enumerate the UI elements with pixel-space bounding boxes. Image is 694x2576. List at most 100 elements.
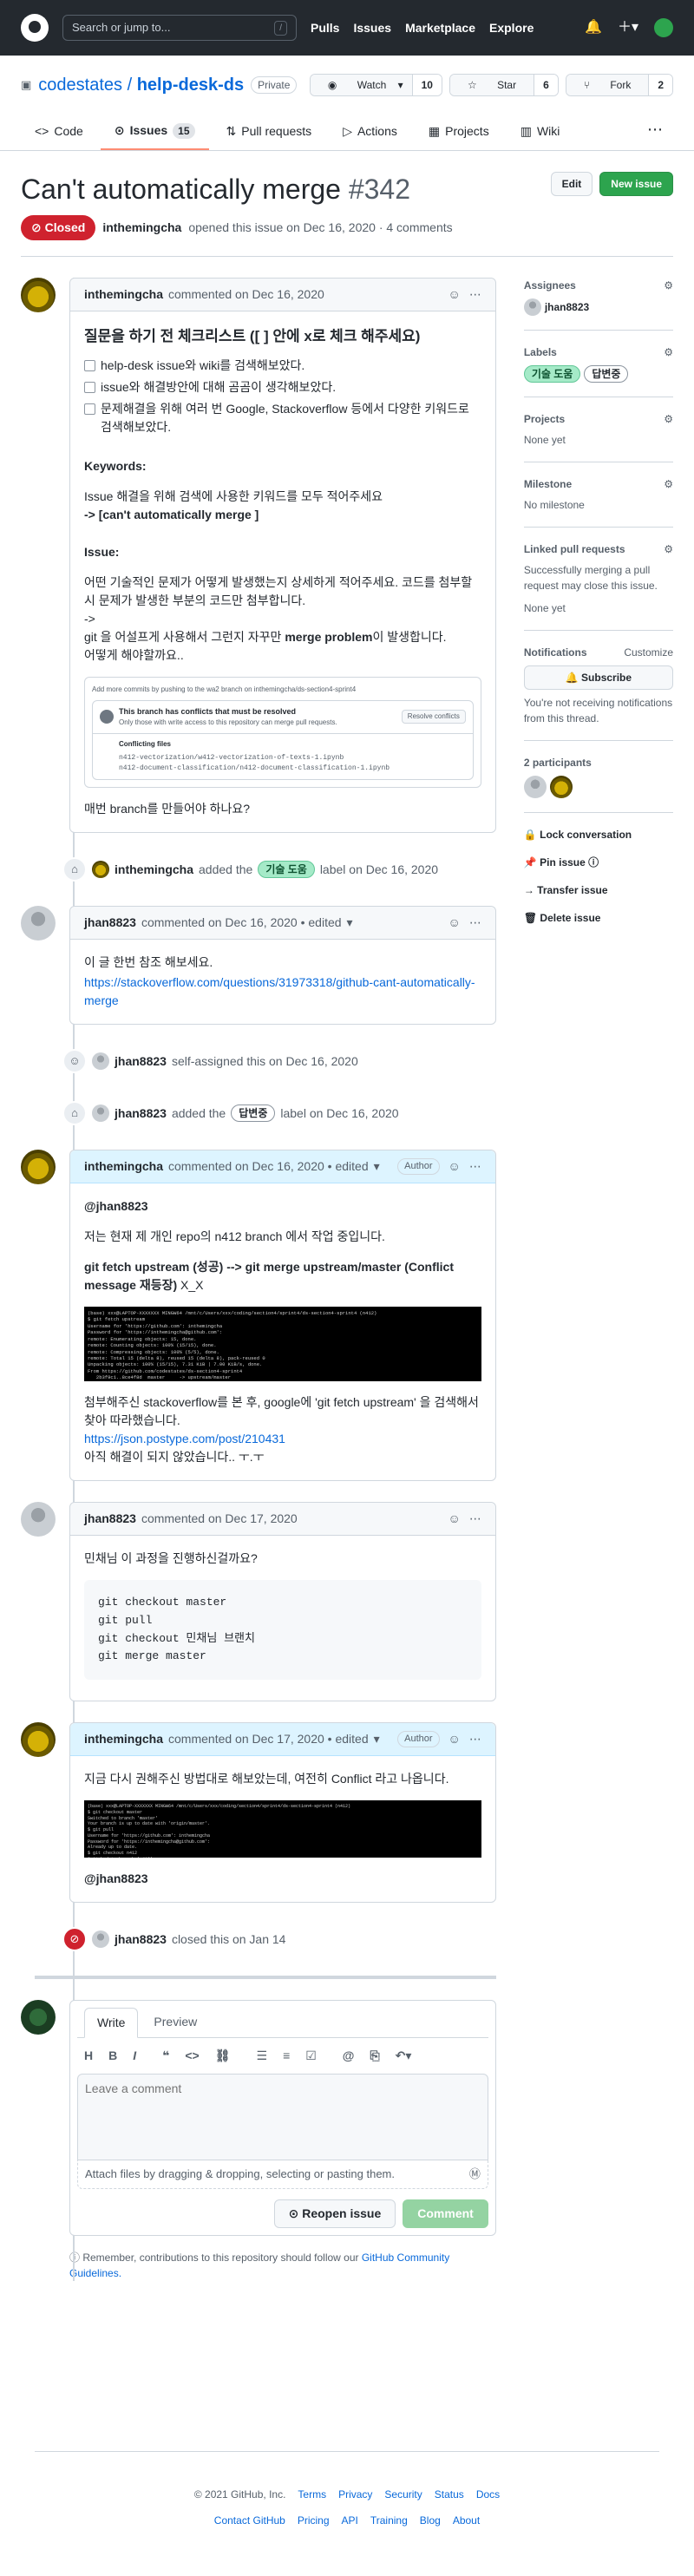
label-badge[interactable]: 답변중 xyxy=(231,1104,276,1122)
cross-reference-icon[interactable]: ⎘ xyxy=(370,2047,379,2065)
fork-button[interactable]: ⑂ Fork 2 xyxy=(565,74,673,96)
issue-author-link[interactable]: inthemingcha xyxy=(102,219,181,237)
postype-link[interactable]: https://json.postype.com/post/210431 xyxy=(84,1432,285,1445)
kebab-icon[interactable]: ⋯ xyxy=(469,1157,481,1176)
gear-icon[interactable]: ⚙ xyxy=(664,411,673,427)
smiley-icon[interactable]: ☺ xyxy=(448,285,461,304)
mention-icon[interactable]: @ xyxy=(343,2047,355,2065)
stackoverflow-link[interactable]: https://stackoverflow.com/questions/3197… xyxy=(84,975,475,1007)
task-checkbox[interactable] xyxy=(84,403,95,415)
quote-icon[interactable]: ❝ xyxy=(162,2047,169,2065)
nav-marketplace[interactable]: Marketplace xyxy=(405,19,475,37)
task-checkbox[interactable] xyxy=(84,359,95,371)
task-checkbox[interactable] xyxy=(84,381,95,393)
avatar[interactable] xyxy=(21,2000,56,2035)
tab-wiki[interactable]: ▥ Wiki xyxy=(507,115,574,150)
gear-icon[interactable]: ⚙ xyxy=(664,344,673,360)
repo-owner-link[interactable]: codestates xyxy=(38,75,122,95)
attach-files-area[interactable]: Attach files by dragging & dropping, sel… xyxy=(77,2160,488,2189)
footer-link[interactable]: Pricing xyxy=(298,2513,330,2528)
chevron-down-icon[interactable]: ▾ xyxy=(374,1730,380,1748)
plus-icon[interactable]: ＋▾ xyxy=(618,17,638,38)
github-logo-icon[interactable] xyxy=(21,14,49,42)
gear-icon[interactable]: ⚙ xyxy=(664,278,673,293)
avatar[interactable] xyxy=(21,906,56,941)
comment-author[interactable]: jhan8823 xyxy=(84,1510,136,1528)
footer-link[interactable]: Training xyxy=(370,2513,408,2528)
comment-author[interactable]: inthemingcha xyxy=(84,1730,163,1748)
star-button[interactable]: ☆ Star 6 xyxy=(448,74,559,96)
footer-link[interactable]: Docs xyxy=(476,2487,500,2502)
footer-link[interactable]: Status xyxy=(435,2487,464,2502)
mention-link[interactable]: @jhan8823 xyxy=(84,1199,148,1213)
italic-icon[interactable]: I xyxy=(133,2047,136,2065)
tab-code[interactable]: <> Code xyxy=(21,115,97,150)
comment-button[interactable]: Comment xyxy=(403,2199,488,2228)
mention-link[interactable]: @jhan8823 xyxy=(84,1871,148,1885)
more-icon[interactable]: ⋯ xyxy=(637,115,673,150)
smiley-icon[interactable]: ☺ xyxy=(448,1730,461,1748)
tab-pull-requests[interactable]: ⇅ Pull requests xyxy=(213,115,326,150)
avatar[interactable] xyxy=(92,861,109,878)
chevron-down-icon[interactable]: ▾ xyxy=(347,914,353,932)
gear-icon[interactable]: ⚙ xyxy=(664,476,673,492)
repo-name-link[interactable]: help-desk-ds xyxy=(137,75,244,95)
footer-link[interactable]: About xyxy=(453,2513,480,2528)
search-input[interactable]: Search or jump to... / xyxy=(62,15,297,41)
nav-explore[interactable]: Explore xyxy=(489,19,534,37)
avatar[interactable] xyxy=(92,1104,109,1122)
reopen-issue-button[interactable]: ⊙ Reopen issue xyxy=(273,2199,396,2228)
kebab-icon[interactable]: ⋯ xyxy=(469,285,481,304)
kebab-icon[interactable]: ⋯ xyxy=(469,1510,481,1528)
avatar[interactable] xyxy=(523,298,541,316)
tab-write[interactable]: Write xyxy=(84,2008,139,2039)
bullet-list-icon[interactable]: ☰ xyxy=(257,2047,268,2065)
chevron-down-icon[interactable]: ▾ xyxy=(374,1157,380,1176)
markdown-icon[interactable]: Ⓜ xyxy=(469,2166,481,2183)
avatar[interactable] xyxy=(21,1502,56,1537)
smiley-icon[interactable]: ☺ xyxy=(448,1157,461,1176)
label-badge[interactable]: 기술 도움 xyxy=(258,861,315,878)
avatar[interactable] xyxy=(523,776,547,798)
footer-link[interactable]: Terms xyxy=(298,2487,326,2502)
comment-author[interactable]: inthemingcha xyxy=(84,285,163,304)
label-badge[interactable]: 기술 도움 xyxy=(523,365,581,383)
comment-textarea[interactable] xyxy=(77,2074,488,2161)
comment-author[interactable]: inthemingcha xyxy=(84,1157,163,1176)
avatar[interactable] xyxy=(92,1930,109,1949)
lock-conversation-link[interactable]: 🔒 Lock conversation xyxy=(524,827,673,842)
footer-link[interactable]: Privacy xyxy=(338,2487,372,2502)
avatar[interactable] xyxy=(92,1052,109,1070)
bell-icon[interactable]: 🔔 xyxy=(585,17,602,38)
avatar[interactable] xyxy=(21,278,56,312)
avatar[interactable] xyxy=(21,1722,56,1758)
subscribe-button[interactable]: 🔔 Subscribe xyxy=(523,665,673,690)
footer-link[interactable]: Security xyxy=(384,2487,422,2502)
footer-link[interactable]: Contact GitHub xyxy=(214,2513,285,2528)
reply-icon[interactable]: ↶▾ xyxy=(396,2047,412,2065)
gear-icon[interactable]: ⚙ xyxy=(664,541,673,557)
bold-icon[interactable]: B xyxy=(108,2047,117,2065)
link-icon[interactable]: ⛓ xyxy=(215,2047,231,2065)
transfer-issue-link[interactable]: → Transfer issue xyxy=(524,882,673,898)
footer-link[interactable]: API xyxy=(342,2513,358,2528)
kebab-icon[interactable]: ⋯ xyxy=(469,914,481,932)
assignee-link[interactable]: jhan8823 xyxy=(545,299,589,315)
code-icon[interactable]: <> xyxy=(185,2047,199,2065)
tab-projects[interactable]: ▦ Projects xyxy=(415,115,503,150)
user-avatar[interactable] xyxy=(654,18,673,37)
avatar[interactable] xyxy=(549,776,573,798)
nav-issues[interactable]: Issues xyxy=(353,19,391,37)
tab-issues[interactable]: ⊙ Issues 15 xyxy=(100,115,209,150)
task-list-icon[interactable]: ☑ xyxy=(305,2047,317,2065)
footer-link[interactable]: Blog xyxy=(420,2513,441,2528)
delete-issue-link[interactable]: 🗑 Delete issue xyxy=(524,910,673,926)
numbered-list-icon[interactable]: ≡ xyxy=(283,2047,290,2065)
pin-issue-link[interactable]: 📌 Pin issue ⓘ xyxy=(524,855,673,870)
tab-actions[interactable]: ▷ Actions xyxy=(329,115,411,150)
tab-preview[interactable]: Preview xyxy=(141,2008,209,2037)
comment-author[interactable]: jhan8823 xyxy=(84,914,136,932)
kebab-icon[interactable]: ⋯ xyxy=(469,1730,481,1748)
heading-icon[interactable]: H xyxy=(84,2047,93,2065)
watch-button[interactable]: ◉ Watch ▾ 10 xyxy=(309,74,442,96)
